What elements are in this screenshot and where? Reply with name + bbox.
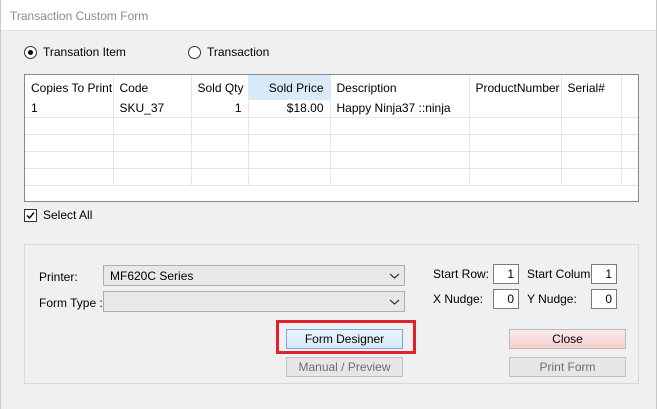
start-row-label: Start Row: <box>433 267 490 281</box>
start-row-input[interactable]: 1 <box>493 264 519 284</box>
radio-transaction-item-label: Transation Item <box>43 45 126 59</box>
window-title: Transaction Custom Form <box>10 9 149 23</box>
title-bar[interactable]: Transaction Custom Form <box>1 0 656 31</box>
column-header-sold-price[interactable]: Sold Price <box>248 75 331 100</box>
printer-label: Printer: <box>39 270 78 284</box>
cell-filler <box>621 100 638 118</box>
radio-transaction[interactable]: Transaction <box>188 45 269 59</box>
radio-transaction-label: Transaction <box>207 45 270 59</box>
y-nudge-input[interactable]: 0 <box>591 289 617 309</box>
items-grid[interactable]: Copies To Print Code Sold Qty Sold Price… <box>24 74 639 202</box>
cell-code[interactable]: SKU_37 <box>113 100 192 118</box>
y-nudge-label: Y Nudge: <box>527 292 577 306</box>
cell-sold-price[interactable]: $18.00 <box>248 100 331 118</box>
cell-serial[interactable] <box>561 100 622 118</box>
radio-button-icon[interactable] <box>188 45 201 59</box>
cell-description[interactable]: Happy Ninja37 ::ninja <box>330 100 470 118</box>
column-header-filler <box>621 75 638 100</box>
column-header-serial[interactable]: Serial# <box>561 75 622 100</box>
table-row <box>25 168 638 186</box>
manual-preview-button[interactable]: Manual / Preview <box>286 357 403 377</box>
chevron-down-icon <box>389 299 400 305</box>
checkmark-icon[interactable] <box>24 208 37 222</box>
form-type-select[interactable] <box>103 291 405 312</box>
close-button[interactable]: Close <box>509 329 626 349</box>
grid-header-row: Copies To Print Code Sold Qty Sold Price… <box>25 75 638 100</box>
column-header-product-number[interactable]: ProductNumber <box>469 75 562 100</box>
transaction-custom-form-window: Transaction Custom Form Transation Item … <box>0 0 657 409</box>
table-row <box>25 151 638 169</box>
column-header-description[interactable]: Description <box>330 75 470 100</box>
printer-select[interactable]: MF620C Series <box>103 265 405 286</box>
column-header-code[interactable]: Code <box>113 75 192 100</box>
form-type-label: Form Type : <box>39 296 103 310</box>
x-nudge-input[interactable]: 0 <box>493 289 519 309</box>
cell-sold-qty[interactable]: 1 <box>191 100 249 118</box>
radio-button-icon[interactable] <box>24 45 37 59</box>
table-row <box>25 134 638 152</box>
table-row[interactable]: 1 SKU_37 1 $18.00 Happy Ninja37 ::ninja <box>25 100 638 118</box>
start-column-label: Start Column: <box>527 267 601 281</box>
select-all-label: Select All <box>43 208 93 222</box>
column-header-sold-qty[interactable]: Sold Qty <box>191 75 249 100</box>
x-nudge-label: X Nudge: <box>433 292 484 306</box>
column-header-copies[interactable]: Copies To Print <box>25 75 114 100</box>
cell-product-number[interactable] <box>469 100 562 118</box>
start-column-input[interactable]: 1 <box>591 264 617 284</box>
table-row <box>25 117 638 135</box>
printer-select-value: MF620C Series <box>110 269 194 283</box>
radio-transaction-item[interactable]: Transation Item <box>24 45 126 59</box>
form-designer-button[interactable]: Form Designer <box>286 329 403 349</box>
chevron-down-icon <box>389 273 400 279</box>
select-all-checkbox[interactable]: Select All <box>24 208 92 222</box>
print-form-button[interactable]: Print Form <box>509 357 626 377</box>
cell-copies[interactable]: 1 <box>25 100 114 118</box>
